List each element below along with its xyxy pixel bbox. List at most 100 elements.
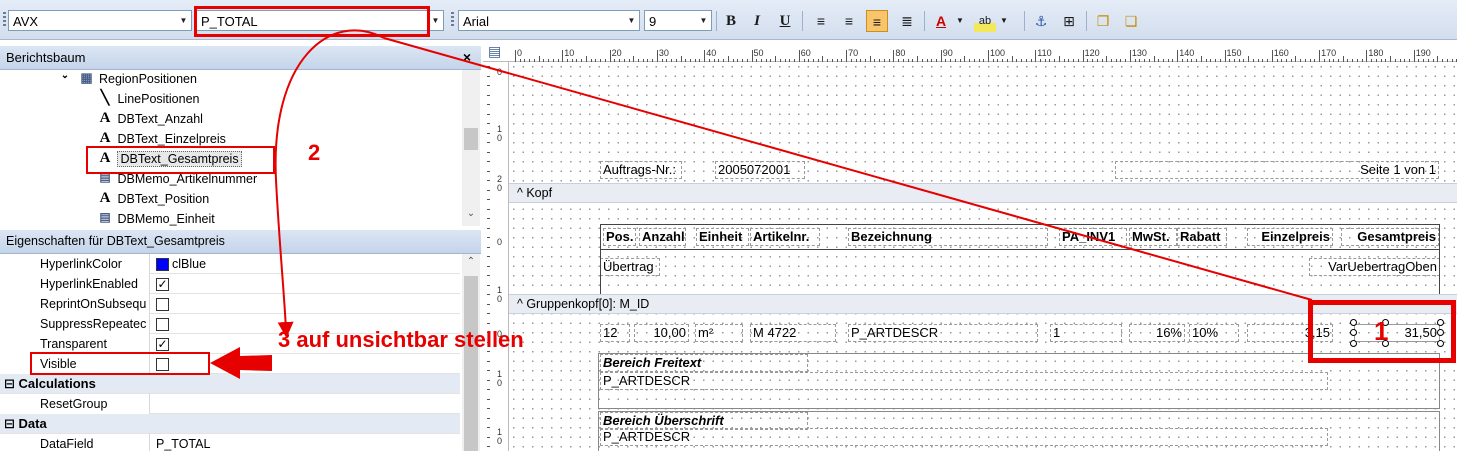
tree-item-dbtext-anzahl[interactable]: A DBText_Anzahl <box>96 110 203 130</box>
toolbar-grip[interactable] <box>3 12 6 28</box>
band-kopf[interactable]: ^ Kopf <box>509 183 1457 203</box>
col-anzahl[interactable]: Anzahl <box>639 228 686 246</box>
bereich-freitext-label[interactable]: Bereich Freitext <box>600 354 808 372</box>
auftrag-label[interactable]: Auftrags-Nr.: <box>600 161 682 179</box>
chevron-up-icon[interactable]: ⌃ <box>462 256 480 272</box>
close-icon[interactable]: × <box>463 49 471 65</box>
annotation-step-3: 3 auf unsichtbar stellen <box>278 327 524 352</box>
prop-row-datafield[interactable]: DataField P_TOTAL <box>0 434 460 451</box>
chevron-down-icon[interactable]: ▼ <box>696 11 711 30</box>
prop-value[interactable] <box>152 294 173 314</box>
ruler-tick <box>487 398 490 400</box>
ruler-tick <box>487 104 490 105</box>
ruler-tick-label: 190 <box>1415 48 1431 58</box>
prop-category-data[interactable]: ⊟ Data <box>0 414 460 434</box>
color-swatch-icon <box>156 258 169 272</box>
row-einheit[interactable]: m² <box>695 324 743 342</box>
prop-row-hyperlinkenabled[interactable]: HyperlinkEnabled ✓ <box>0 274 460 294</box>
col-bezeichnung[interactable]: Bezeichnung <box>848 228 1048 246</box>
checkbox[interactable] <box>156 318 169 332</box>
italic-button[interactable]: I <box>746 10 768 32</box>
prop-name: HyperlinkEnabled <box>0 274 150 294</box>
prop-name: ReprintOnSubsequ <box>0 294 150 314</box>
row-pa-inv1[interactable]: 1 <box>1050 324 1122 342</box>
scrollbar-thumb[interactable] <box>464 128 478 150</box>
prop-value[interactable]: P_TOTAL <box>152 434 214 451</box>
col-rabatt[interactable]: Rabatt <box>1177 228 1227 246</box>
tree-item-region[interactable]: ⌄ ▦ RegionPositionen <box>56 70 197 90</box>
row-bezeichnung[interactable]: P_ARTDESCR <box>848 324 1038 342</box>
align-right-icon[interactable]: ≡ <box>866 10 888 32</box>
col-pa-inv1[interactable]: PA_INV1 <box>1059 228 1127 246</box>
tree-item-dbmemo-einheit[interactable]: ▤ DBMemo_Einheit <box>96 210 214 226</box>
font-select[interactable]: Arial ▼ <box>458 10 640 31</box>
col-einzelpreis[interactable]: Einzelpreis <box>1247 228 1333 246</box>
checkbox[interactable] <box>156 298 169 312</box>
bold-button[interactable]: B <box>720 10 742 32</box>
ruler-tick-label: 60 <box>800 48 811 58</box>
row-pos[interactable]: 12 <box>600 324 630 342</box>
row-artikelnr[interactable]: M 4722 <box>750 324 836 342</box>
toolbar-grip[interactable] <box>451 12 454 28</box>
anchor-icon[interactable]: ⚓ <box>1030 10 1052 32</box>
prop-row-reprintonsubsequent[interactable]: ReprintOnSubsequ <box>0 294 460 314</box>
justify-icon[interactable]: ≣ <box>896 10 918 32</box>
ruler-tick-label: 110 <box>1037 48 1052 58</box>
auftrag-value[interactable]: 2005072001 <box>715 161 805 179</box>
col-pos[interactable]: Pos. <box>603 228 636 246</box>
chevron-down-icon[interactable]: ▼ <box>428 11 443 30</box>
prop-value[interactable] <box>152 314 173 334</box>
prop-value[interactable] <box>152 394 160 414</box>
col-einheit[interactable]: Einheit <box>696 228 749 246</box>
ruler-tick-label: 30 <box>658 48 669 58</box>
prop-row-resetgroup[interactable]: ResetGroup <box>0 394 460 414</box>
col-artikelnr[interactable]: Artikelnr. <box>750 228 820 246</box>
tree-item-line[interactable]: ╲ LinePositionen <box>96 90 200 110</box>
chevron-down-icon[interactable]: ⌄ <box>462 208 480 224</box>
row-rabatt[interactable]: 10% <box>1189 324 1239 342</box>
align-left-icon[interactable]: ≡ <box>810 10 832 32</box>
prop-value[interactable]: ✓ <box>152 334 173 354</box>
prop-value[interactable]: ✓ <box>152 274 173 294</box>
highlight-color-icon[interactable]: ab <box>974 10 996 32</box>
ruler-tick <box>487 313 490 314</box>
scrollbar-thumb[interactable] <box>464 276 478 451</box>
freitext-field[interactable]: P_ARTDESCR <box>600 372 1328 390</box>
chevron-down-icon[interactable]: ▼ <box>954 10 966 32</box>
border-grid-icon[interactable]: ⊞ <box>1058 10 1080 32</box>
send-to-back-icon[interactable]: ❏ <box>1120 10 1142 32</box>
toolbar-separator <box>1024 11 1025 31</box>
prop-value[interactable]: clBlue <box>152 254 210 274</box>
tree-scrollbar[interactable]: ⌄ <box>462 70 480 226</box>
category-label-text: Data <box>18 416 47 431</box>
checkbox[interactable]: ✓ <box>156 338 169 352</box>
prop-row-hyperlinkcolor[interactable]: HyperlinkColor clBlue <box>0 254 460 274</box>
checkbox[interactable]: ✓ <box>156 278 169 292</box>
ruler-tick <box>988 50 989 62</box>
bring-to-front-icon[interactable]: ❐ <box>1092 10 1114 32</box>
ruler-tick <box>487 227 490 229</box>
ruler-tick <box>798 50 800 62</box>
col-gesamtpreis[interactable]: Gesamtpreis <box>1341 228 1439 246</box>
page-number[interactable]: Seite 1 von 1 <box>1115 161 1439 179</box>
col-mwst[interactable]: MwSt. <box>1129 228 1177 246</box>
tree-item-label: RegionPositionen <box>98 72 197 86</box>
font-color-icon[interactable]: A <box>930 10 952 32</box>
chevron-down-icon[interactable]: ▼ <box>624 11 639 30</box>
report-canvas[interactable]: Auftrags-Nr.: 2005072001 Seite 1 von 1 ^… <box>509 62 1457 451</box>
prop-category-calculations[interactable]: ⊟ Calculations <box>0 374 460 394</box>
align-center-icon[interactable]: ≡ <box>838 10 860 32</box>
ueberschrift-field[interactable]: P_ARTDESCR <box>600 428 1328 446</box>
row-anzahl[interactable]: 10,00 <box>634 324 689 342</box>
chevron-down-icon[interactable]: ▼ <box>998 10 1010 32</box>
tree-item-dbtext-position[interactable]: A DBText_Position <box>96 190 210 210</box>
underline-button[interactable]: U <box>774 10 796 32</box>
chevron-down-icon[interactable]: ⌄ <box>56 70 74 88</box>
ruler-tick <box>487 436 490 438</box>
fontsize-select[interactable]: 9 ▼ <box>644 10 712 31</box>
chevron-down-icon[interactable]: ▼ <box>176 11 191 30</box>
component-select[interactable]: AVX ▼ <box>8 10 192 31</box>
ruler-corner-icon[interactable]: ▤ <box>488 43 501 60</box>
row-mwst[interactable]: 16% <box>1129 324 1185 342</box>
annotation-step-2: 2 <box>308 140 321 165</box>
